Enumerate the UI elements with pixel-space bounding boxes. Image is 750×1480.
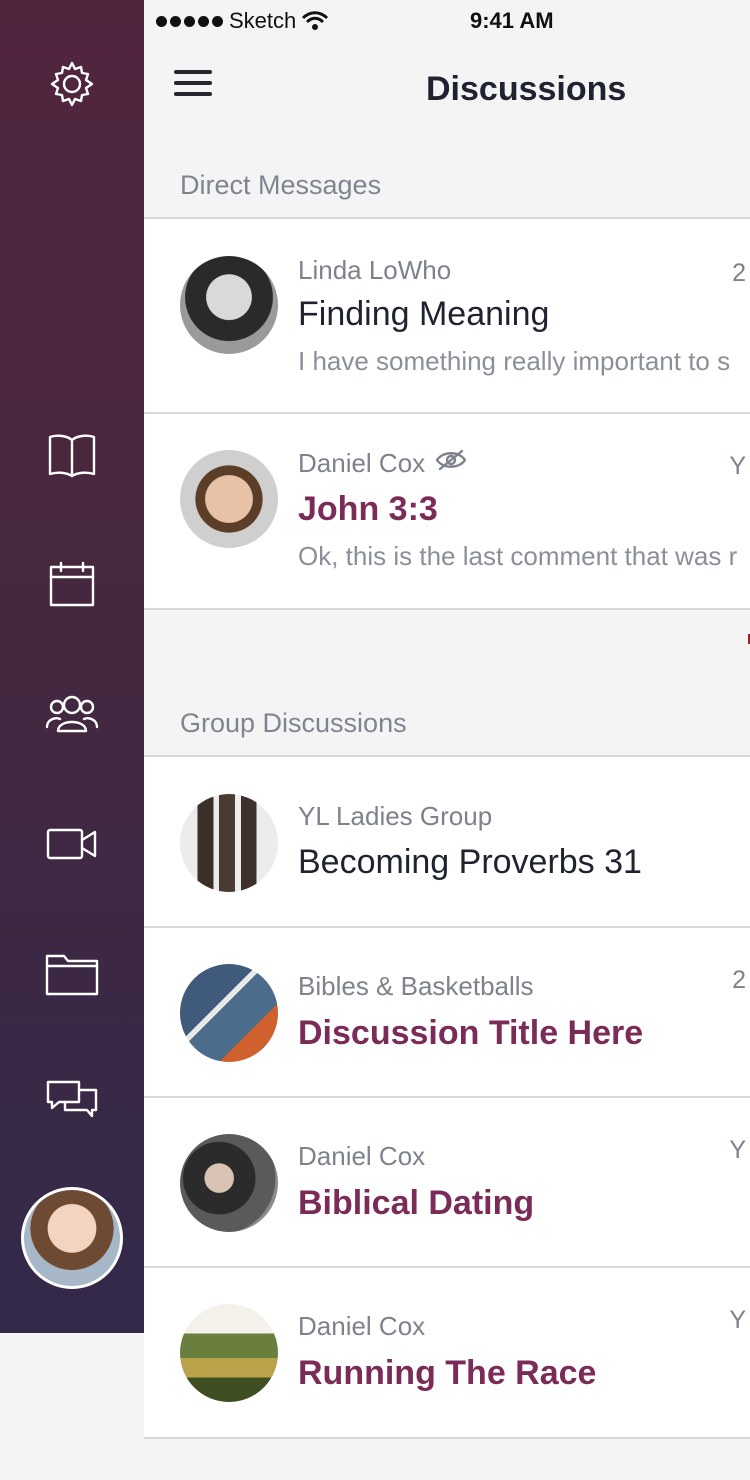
avatar: [180, 1134, 278, 1232]
timestamp: Y: [729, 1306, 746, 1334]
direct-messages-label: Direct Messages: [180, 170, 382, 200]
user-avatar[interactable]: [21, 1187, 123, 1289]
avatar: [180, 450, 278, 548]
status-time: 9:41 AM: [470, 8, 554, 33]
signal-icon: [156, 15, 223, 27]
folder-icon[interactable]: [42, 944, 102, 1004]
wifi-icon: [302, 11, 329, 30]
message-preview: I have something really important to s: [298, 346, 731, 376]
app-screen: Sketch 9:41 AM Discussions Direct Messag…: [0, 0, 750, 1480]
list-item[interactable]: Daniel Cox Biblical Dating Y: [144, 1098, 750, 1268]
timestamp: Y: [729, 452, 746, 480]
gear-icon[interactable]: [42, 54, 102, 114]
group-name: YL Ladies Group: [298, 801, 493, 831]
book-icon[interactable]: [42, 424, 102, 484]
main-panel: Sketch 9:41 AM Discussions Direct Messag…: [144, 0, 750, 1480]
status-bar: Sketch 9:41 AM: [144, 0, 750, 40]
group-name: Bibles & Basketballs: [298, 971, 534, 1001]
calendar-icon[interactable]: [42, 554, 102, 614]
carrier-status: Sketch: [156, 8, 329, 34]
avatar: [180, 256, 278, 354]
timestamp: 2: [732, 966, 746, 994]
page-title: Discussions: [426, 70, 627, 108]
header: Discussions: [144, 40, 750, 140]
sidebar: [0, 0, 144, 1333]
list-item[interactable]: Daniel Cox John 3:3 Ok, this is the last…: [144, 414, 750, 610]
discussion-title: Running The Race: [298, 1354, 597, 1392]
avatar: [180, 964, 278, 1062]
timestamp: Y: [729, 1136, 746, 1164]
hidden-eye-icon: [435, 448, 467, 479]
list-item[interactable]: Linda LoWho Finding Meaning I have somet…: [144, 219, 750, 414]
discussion-title: Becoming Proverbs 31: [298, 843, 642, 881]
video-icon[interactable]: [42, 814, 102, 874]
list-item[interactable]: YL Ladies Group Becoming Proverbs 31: [144, 757, 750, 928]
sender-name: Linda LoWho: [298, 255, 452, 285]
discussion-title: Discussion Title Here: [298, 1014, 644, 1052]
sender-name: Daniel Cox: [298, 448, 467, 479]
menu-icon[interactable]: [174, 70, 216, 102]
group-discussions-label: Group Discussions: [180, 708, 407, 738]
carrier-label: Sketch: [229, 8, 297, 33]
sender-name: Daniel Cox: [298, 1311, 426, 1341]
message-preview: Ok, this is the last comment that was r: [298, 541, 738, 571]
timestamp: 2: [732, 259, 746, 287]
list-item[interactable]: Bibles & Basketballs Discussion Title He…: [144, 928, 750, 1098]
discussion-title: Biblical Dating: [298, 1184, 535, 1222]
avatar: [180, 794, 278, 892]
sender-name: Daniel Cox: [298, 1141, 426, 1171]
avatar: [180, 1304, 278, 1402]
discussion-title: John 3:3: [298, 490, 438, 528]
group-icon[interactable]: [42, 684, 102, 744]
discussion-title: Finding Meaning: [298, 295, 550, 333]
chat-icon[interactable]: [42, 1074, 102, 1134]
list-item[interactable]: Daniel Cox Running The Race Y: [144, 1268, 750, 1439]
